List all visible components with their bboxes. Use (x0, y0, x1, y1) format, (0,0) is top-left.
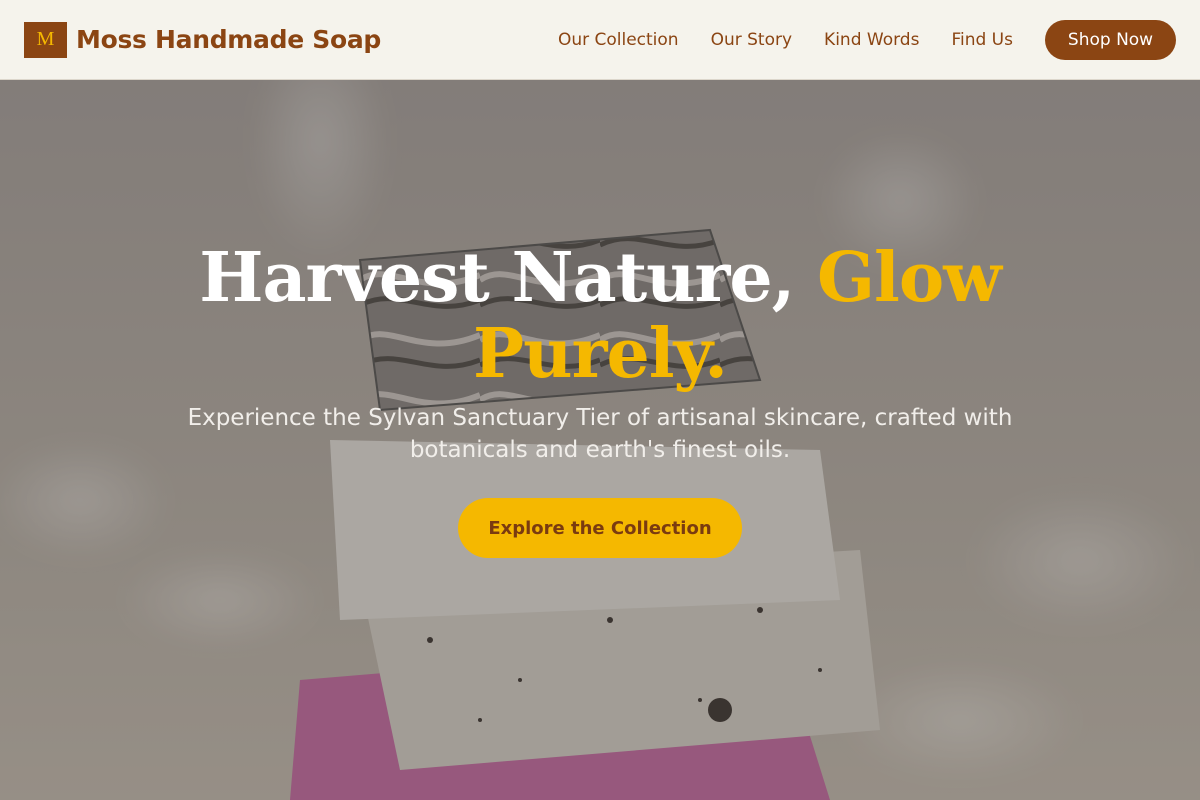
nav-link-collection[interactable]: Our Collection (558, 30, 679, 50)
hero-subtitle: Experience the Sylvan Sanctuary Tier of … (187, 405, 1013, 463)
nav-link-find-us[interactable]: Find Us (951, 30, 1013, 50)
site-header: M Moss Handmade Soap Our Collection Our … (0, 0, 1200, 80)
nav-link-story[interactable]: Our Story (711, 30, 792, 50)
hero-section: Harvest Nature, Glow Purely. Experience … (0, 80, 1200, 800)
hero-title-main: Harvest Nature, (199, 238, 817, 318)
logo-mark[interactable]: M (24, 21, 67, 58)
nav-link-kind-words[interactable]: Kind Words (824, 30, 919, 50)
shop-now-button[interactable]: Shop Now (1045, 19, 1176, 60)
main-nav: Our Collection Our Story Kind Words Find… (558, 19, 1176, 60)
brand-name[interactable]: Moss Handmade Soap (76, 25, 381, 54)
explore-collection-button[interactable]: Explore the Collection (458, 498, 742, 558)
hero-title: Harvest Nature, Glow Purely. (100, 240, 1100, 392)
